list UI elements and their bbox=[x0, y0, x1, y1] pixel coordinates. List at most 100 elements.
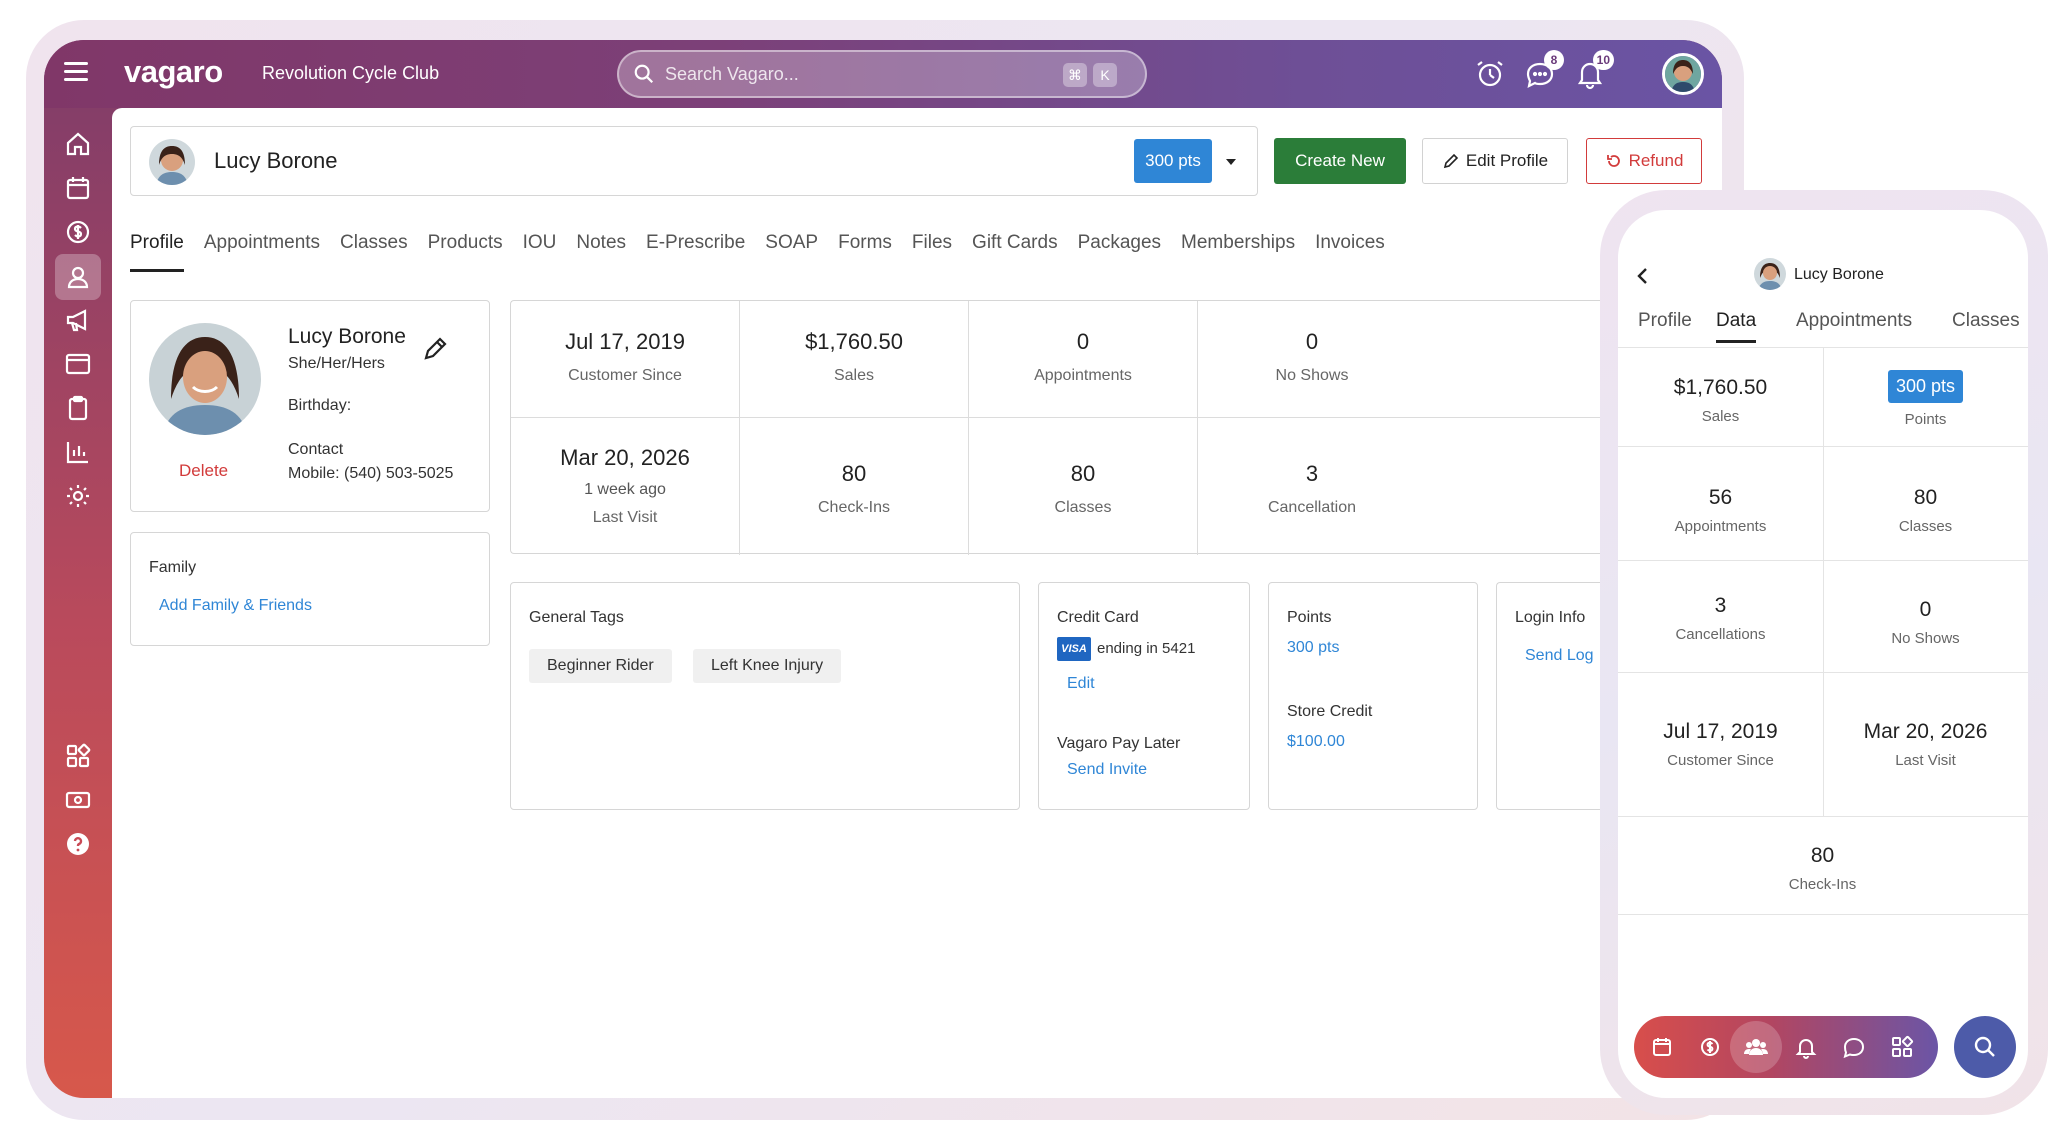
help-icon[interactable] bbox=[60, 826, 96, 862]
phone-customer-name: Lucy Borone bbox=[1794, 266, 1884, 283]
desktop-window: vagaro Revolution Cycle Club ⌘ K 8 10 bbox=[44, 40, 1722, 1098]
tab-invoices[interactable]: Invoices bbox=[1315, 232, 1385, 268]
cash-icon[interactable] bbox=[60, 782, 96, 818]
search-icon bbox=[1974, 1036, 1995, 1057]
phone-tab-appointments[interactable]: Appointments bbox=[1796, 310, 1912, 332]
back-arrow-icon[interactable] bbox=[1634, 266, 1652, 286]
tab-e-prescribe[interactable]: E-Prescribe bbox=[646, 232, 745, 268]
messages-icon[interactable]: 8 bbox=[1524, 50, 1564, 90]
profile-card: Delete Lucy Borone She/Her/Hers Birthday… bbox=[130, 300, 490, 512]
divider bbox=[1618, 816, 2028, 817]
send-invite-link[interactable]: Send Invite bbox=[1067, 761, 1147, 779]
edit-card-link[interactable]: Edit bbox=[1067, 675, 1095, 693]
family-title: Family bbox=[149, 559, 197, 576]
phone-bottom-nav bbox=[1634, 1016, 1938, 1078]
stat-no-shows: 0 No Shows bbox=[1163, 329, 1461, 385]
points-button[interactable]: 300 pts bbox=[1134, 139, 1212, 183]
business-name: Revolution Cycle Club bbox=[262, 63, 440, 83]
search-icon bbox=[634, 64, 654, 84]
dollar-icon[interactable] bbox=[1696, 1033, 1724, 1061]
user-avatar[interactable] bbox=[1662, 53, 1704, 95]
stat-label: Appointments bbox=[1674, 518, 1767, 535]
phone-header: Lucy Borone bbox=[1618, 258, 2028, 292]
main-content: Lucy Borone 300 pts Create New Edit Prof… bbox=[112, 108, 1722, 1098]
vagaro-logo[interactable]: vagaro bbox=[124, 54, 223, 90]
dollar-icon[interactable] bbox=[60, 214, 96, 250]
chat-icon[interactable] bbox=[1840, 1033, 1868, 1061]
phone-stat-sales: $1,760.50 Sales bbox=[1618, 376, 1823, 425]
tab-products[interactable]: Products bbox=[428, 232, 503, 268]
phone-stat-points: 300 pts Points bbox=[1823, 370, 2028, 428]
tab-gift-cards[interactable]: Gift Cards bbox=[972, 232, 1058, 268]
phone-stat-check-ins: 80 Check-Ins bbox=[1720, 844, 1925, 893]
customers-icon[interactable] bbox=[1742, 1033, 1770, 1061]
birthday-label: Birthday: bbox=[288, 397, 352, 414]
tab-profile[interactable]: Profile bbox=[130, 232, 184, 272]
tab-forms[interactable]: Forms bbox=[838, 232, 892, 268]
clipboard-icon[interactable] bbox=[60, 390, 96, 426]
tab-appointments[interactable]: Appointments bbox=[204, 232, 320, 268]
edit-pencil-icon[interactable] bbox=[421, 335, 449, 363]
calendar-icon[interactable] bbox=[1648, 1033, 1676, 1061]
stat-value: 3 bbox=[1714, 594, 1727, 617]
mobile-number[interactable]: Mobile: (540) 503-5025 bbox=[288, 465, 453, 483]
bell-icon[interactable] bbox=[1792, 1033, 1820, 1061]
profile-tabs: Profile Appointments Classes Products IO… bbox=[130, 232, 1405, 272]
login-info-title: Login Info bbox=[1515, 609, 1586, 626]
gear-icon[interactable] bbox=[60, 478, 96, 514]
refund-label: Refund bbox=[1628, 151, 1684, 170]
phone-tab-classes[interactable]: Classes bbox=[1952, 310, 2020, 332]
divider bbox=[1618, 914, 2028, 915]
chart-icon[interactable] bbox=[60, 434, 96, 470]
tab-classes[interactable]: Classes bbox=[340, 232, 408, 268]
tab-files[interactable]: Files bbox=[912, 232, 952, 268]
phone-stat-appointments: 56 Appointments bbox=[1618, 486, 1823, 535]
chevron-down-icon[interactable] bbox=[1221, 151, 1241, 171]
phone-search-button[interactable] bbox=[1954, 1016, 2016, 1078]
create-new-button[interactable]: Create New bbox=[1274, 138, 1406, 184]
divider bbox=[1618, 560, 2028, 561]
phone-stat-classes: 80 Classes bbox=[1823, 486, 2028, 535]
stat-label: Last Visit bbox=[1895, 752, 1956, 769]
bell-icon[interactable]: 10 bbox=[1574, 50, 1614, 90]
tags-title: General Tags bbox=[529, 609, 624, 626]
tab-iou[interactable]: IOU bbox=[523, 232, 557, 268]
points-pill[interactable]: 300 pts bbox=[1887, 370, 1964, 403]
profile-name: Lucy Borone bbox=[288, 325, 406, 348]
home-icon[interactable] bbox=[60, 126, 96, 162]
points-card: Points 300 pts Store Credit $100.00 bbox=[1268, 582, 1478, 810]
tab-memberships[interactable]: Memberships bbox=[1181, 232, 1295, 268]
apps-icon[interactable] bbox=[60, 738, 96, 774]
tab-packages[interactable]: Packages bbox=[1078, 232, 1161, 268]
phone-tab-profile[interactable]: Profile bbox=[1638, 310, 1692, 332]
menu-icon[interactable] bbox=[64, 62, 88, 82]
points-link[interactable]: 300 pts bbox=[1287, 639, 1339, 657]
add-family-link[interactable]: Add Family & Friends bbox=[159, 597, 312, 615]
tag-chip[interactable]: Left Knee Injury bbox=[693, 649, 842, 683]
edit-profile-button[interactable]: Edit Profile bbox=[1422, 138, 1568, 184]
search-input[interactable] bbox=[665, 61, 1045, 87]
megaphone-icon[interactable] bbox=[60, 302, 96, 338]
pencil-icon bbox=[1443, 153, 1459, 169]
phone-tabs: Profile Data Appointments Classes bbox=[1618, 300, 2028, 348]
store-credit-link[interactable]: $100.00 bbox=[1287, 733, 1345, 751]
top-bar: vagaro Revolution Cycle Club ⌘ K 8 10 bbox=[44, 40, 1722, 108]
phone-customer-avatar bbox=[1754, 258, 1786, 290]
apps-icon[interactable] bbox=[1888, 1033, 1916, 1061]
search-bar[interactable]: ⌘ K bbox=[617, 50, 1147, 98]
send-login-link[interactable]: Send Log bbox=[1525, 647, 1594, 665]
phone-stat-last-visit: Mar 20, 2026 Last Visit bbox=[1823, 720, 2028, 769]
refund-button[interactable]: Refund bbox=[1586, 138, 1702, 184]
undo-icon bbox=[1606, 155, 1620, 167]
alarm-clock-icon[interactable] bbox=[1474, 58, 1506, 90]
phone-stat-customer-since: Jul 17, 2019 Customer Since bbox=[1618, 720, 1823, 769]
tab-notes[interactable]: Notes bbox=[576, 232, 626, 268]
browser-icon[interactable] bbox=[60, 346, 96, 382]
stat-label: Customer Since bbox=[1667, 752, 1774, 769]
calendar-icon[interactable] bbox=[60, 170, 96, 206]
tag-chip[interactable]: Beginner Rider bbox=[529, 649, 672, 683]
customer-icon[interactable] bbox=[55, 254, 101, 300]
tab-soap[interactable]: SOAP bbox=[765, 232, 818, 268]
phone-tab-data[interactable]: Data bbox=[1716, 310, 1757, 343]
delete-link[interactable]: Delete bbox=[179, 461, 228, 481]
